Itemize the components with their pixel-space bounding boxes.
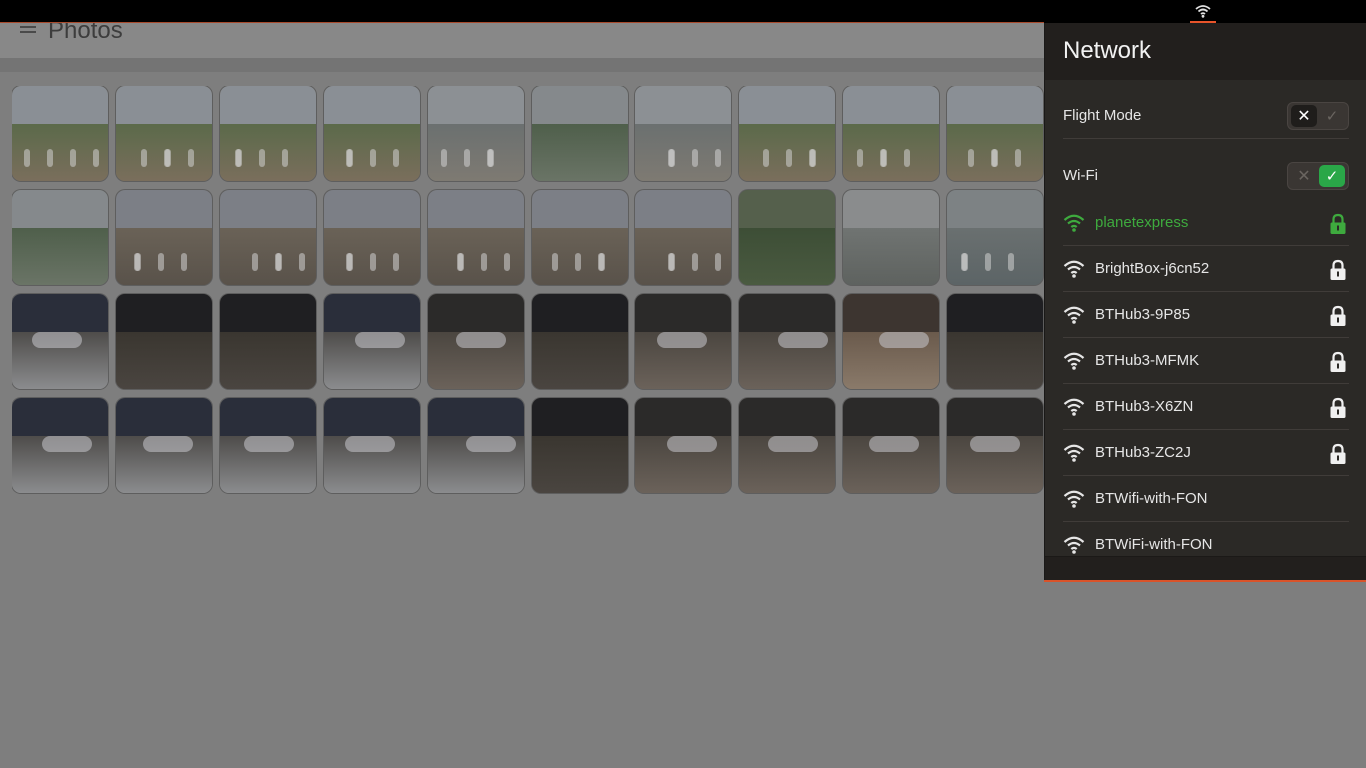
photo-thumbnail[interactable] bbox=[739, 86, 836, 181]
lock-icon bbox=[1330, 305, 1346, 326]
photo-thumbnail[interactable] bbox=[635, 398, 732, 493]
check-icon: ✓ bbox=[1319, 165, 1345, 187]
network-item[interactable]: BrightBox-j6cn52 bbox=[1063, 246, 1349, 292]
lock-icon bbox=[1330, 397, 1346, 418]
photo-thumbnail[interactable] bbox=[323, 398, 420, 493]
check-icon: ✓ bbox=[1325, 107, 1339, 125]
photo-thumbnail[interactable] bbox=[947, 294, 1044, 389]
wifi-signal-icon bbox=[1063, 444, 1085, 462]
network-name: planetexpress bbox=[1095, 214, 1189, 231]
flight-mode-switch[interactable]: ✕ ✓ bbox=[1287, 102, 1349, 130]
lock-icon bbox=[1330, 351, 1346, 372]
network-name: BTWifi-with-FON bbox=[1095, 490, 1208, 507]
wifi-label: Wi-Fi bbox=[1063, 167, 1098, 184]
photo-thumbnail[interactable] bbox=[843, 294, 940, 389]
lock-icon bbox=[1330, 213, 1346, 234]
panel-header: Network bbox=[1045, 23, 1366, 80]
photo-thumbnail[interactable] bbox=[12, 398, 108, 493]
photo-thumbnail[interactable] bbox=[427, 398, 524, 493]
photo-thumbnail[interactable] bbox=[12, 190, 108, 285]
network-name: BTHub3-MFMK bbox=[1095, 352, 1200, 369]
network-name: BTWiFi-with-FON bbox=[1095, 536, 1213, 553]
photo-thumbnail[interactable] bbox=[219, 190, 316, 285]
photo-thumbnail[interactable] bbox=[115, 190, 212, 285]
photo-thumbnail[interactable] bbox=[12, 86, 108, 181]
photo-thumbnail[interactable] bbox=[219, 294, 316, 389]
photo-grid bbox=[12, 86, 1044, 496]
photo-thumbnail[interactable] bbox=[323, 86, 420, 181]
network-panel: Network Flight Mode ✕ ✓ Wi-Fi ✕ ✓ planet… bbox=[1044, 23, 1366, 581]
indicator-active-underline bbox=[1190, 21, 1216, 23]
photo-thumbnail[interactable] bbox=[843, 398, 940, 493]
wifi-signal-icon bbox=[1063, 398, 1085, 416]
flight-mode-row: Flight Mode ✕ ✓ bbox=[1063, 93, 1349, 139]
wifi-signal-icon bbox=[1063, 260, 1085, 278]
close-icon: ✕ bbox=[1291, 105, 1317, 127]
network-item[interactable]: BTHub3-9P85 bbox=[1063, 292, 1349, 338]
panel-title: Network bbox=[1063, 37, 1152, 64]
network-indicator[interactable] bbox=[1190, 0, 1216, 23]
photo-thumbnail[interactable] bbox=[323, 294, 420, 389]
photo-thumbnail[interactable] bbox=[427, 294, 524, 389]
photo-thumbnail[interactable] bbox=[115, 294, 212, 389]
lock-icon bbox=[1330, 443, 1346, 464]
network-name: BrightBox-j6cn52 bbox=[1095, 260, 1210, 277]
photo-thumbnail[interactable] bbox=[427, 190, 524, 285]
photo-thumbnail[interactable] bbox=[739, 398, 836, 493]
flight-mode-label: Flight Mode bbox=[1063, 107, 1142, 124]
network-name: BTHub3-X6ZN bbox=[1095, 398, 1194, 415]
photo-thumbnail[interactable] bbox=[115, 86, 212, 181]
photo-thumbnail[interactable] bbox=[947, 190, 1044, 285]
wifi-switch[interactable]: ✕ ✓ bbox=[1287, 162, 1349, 190]
network-item[interactable]: BTHub3-MFMK bbox=[1063, 338, 1349, 384]
status-bar bbox=[0, 0, 1366, 23]
wifi-signal-icon bbox=[1063, 490, 1085, 508]
photo-thumbnail[interactable] bbox=[115, 398, 212, 493]
network-name: BTHub3-ZC2J bbox=[1095, 444, 1191, 461]
photo-thumbnail[interactable] bbox=[739, 190, 836, 285]
network-item[interactable]: planetexpress bbox=[1063, 200, 1349, 246]
photo-thumbnail[interactable] bbox=[947, 86, 1044, 181]
photo-thumbnail[interactable] bbox=[531, 86, 628, 181]
network-name: BTHub3-9P85 bbox=[1095, 306, 1191, 323]
network-item[interactable]: BTHub3-ZC2J bbox=[1063, 430, 1349, 476]
hamburger-icon[interactable] bbox=[20, 26, 36, 38]
wifi-icon bbox=[1195, 5, 1211, 18]
photo-thumbnail[interactable] bbox=[531, 190, 628, 285]
photo-thumbnail[interactable] bbox=[531, 294, 628, 389]
wifi-row: Wi-Fi ✕ ✓ bbox=[1063, 153, 1349, 199]
panel-footer bbox=[1045, 556, 1366, 580]
panel-accent-underline bbox=[1044, 580, 1366, 582]
photo-thumbnail[interactable] bbox=[219, 86, 316, 181]
photo-thumbnail[interactable] bbox=[12, 294, 108, 389]
photo-thumbnail[interactable] bbox=[635, 294, 732, 389]
wifi-signal-icon bbox=[1063, 536, 1085, 554]
photo-thumbnail[interactable] bbox=[739, 294, 836, 389]
status-bar-divider bbox=[0, 22, 1044, 23]
photo-thumbnail[interactable] bbox=[219, 398, 316, 493]
header-divider bbox=[0, 58, 1044, 72]
lock-icon bbox=[1330, 259, 1346, 280]
wifi-signal-icon bbox=[1063, 306, 1085, 324]
photo-thumbnail[interactable] bbox=[323, 190, 420, 285]
photos-header: Photos bbox=[0, 17, 1044, 59]
photo-thumbnail[interactable] bbox=[531, 398, 628, 493]
photo-thumbnail[interactable] bbox=[635, 190, 732, 285]
photo-thumbnail[interactable] bbox=[635, 86, 732, 181]
photo-thumbnail[interactable] bbox=[843, 86, 940, 181]
photo-thumbnail[interactable] bbox=[427, 86, 524, 181]
wifi-signal-icon bbox=[1063, 214, 1085, 232]
network-item[interactable]: BTHub3-X6ZN bbox=[1063, 384, 1349, 430]
wifi-signal-icon bbox=[1063, 352, 1085, 370]
close-icon: ✕ bbox=[1297, 166, 1311, 185]
photo-thumbnail[interactable] bbox=[947, 398, 1044, 493]
photo-thumbnail[interactable] bbox=[843, 190, 940, 285]
network-item[interactable]: BTWifi-with-FON bbox=[1063, 476, 1349, 522]
